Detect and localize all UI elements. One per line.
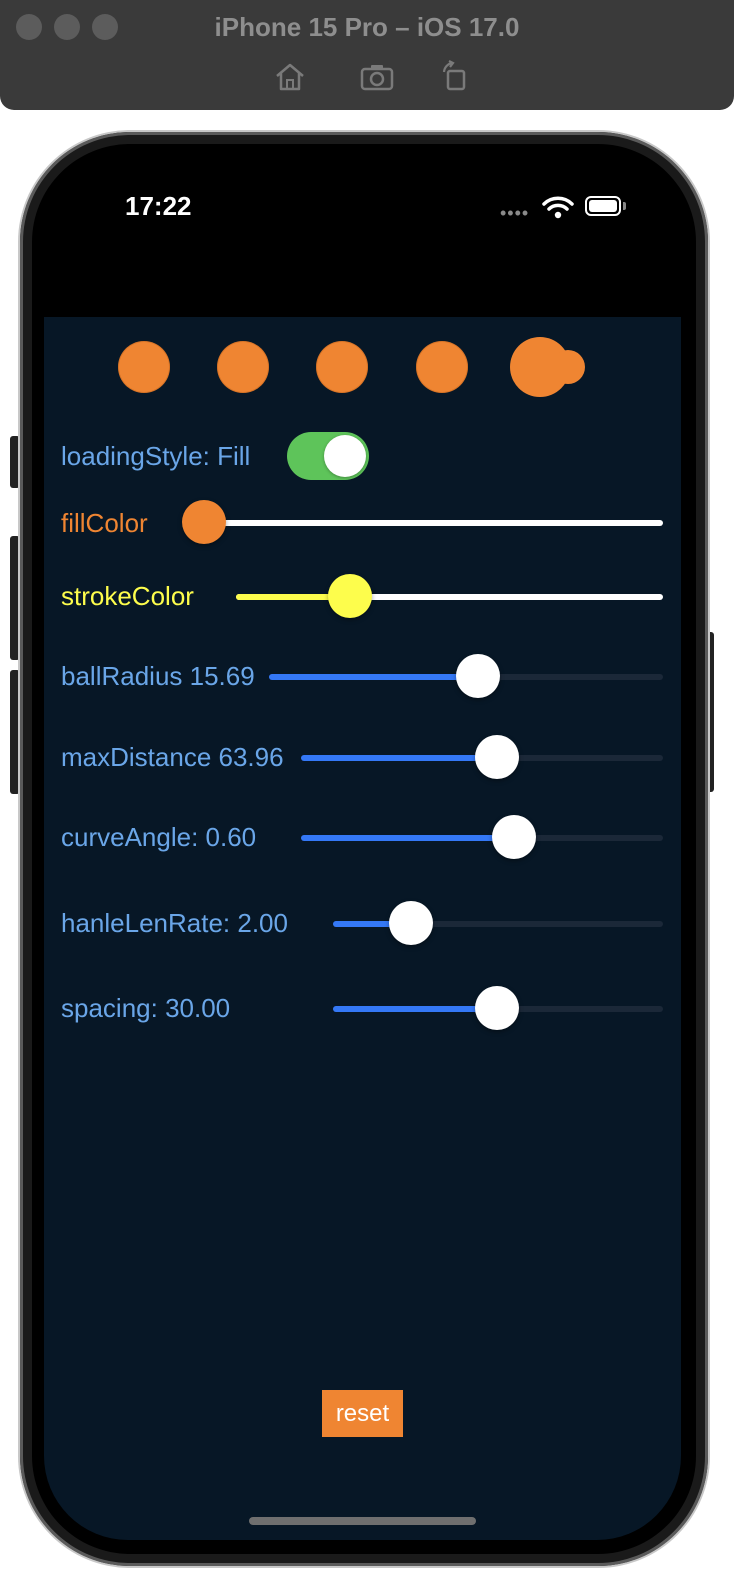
loading-style-switch[interactable] <box>287 432 369 480</box>
fill-color-slider-track[interactable] <box>205 520 663 526</box>
home-icon[interactable] <box>271 58 309 96</box>
wifi-icon <box>542 195 574 219</box>
loading-ball <box>316 341 368 393</box>
max-distance-slider-thumb[interactable] <box>475 735 519 779</box>
handle-len-rate-slider-thumb[interactable] <box>389 901 433 945</box>
loading-ball-active <box>510 336 586 398</box>
battery-cap <box>623 202 626 210</box>
curve-angle-label: curveAngle: 0.60 <box>61 822 257 852</box>
simulator-title: iPhone 15 Pro – iOS 17.0 <box>214 12 520 42</box>
loading-ball <box>118 341 170 393</box>
curve-angle-slider-thumb[interactable] <box>492 815 536 859</box>
stroke-color-slider-thumb[interactable] <box>328 574 372 618</box>
stroke-color-label: strokeColor <box>61 581 194 611</box>
spacing-slider-thumb[interactable] <box>475 986 519 1030</box>
max-distance-slider-fill <box>301 755 497 761</box>
home-indicator[interactable] <box>249 1517 476 1525</box>
ball-radius-label: ballRadius 15.69 <box>61 661 255 691</box>
volume-up-button <box>10 536 20 660</box>
ball-radius-slider-thumb[interactable] <box>456 654 500 698</box>
spacing-label: spacing: 30.00 <box>61 993 231 1023</box>
loading-ball <box>416 341 468 393</box>
rotate-icon[interactable] <box>436 58 474 96</box>
screenshot-icon[interactable] <box>358 58 396 96</box>
curve-angle-slider-fill <box>301 835 514 841</box>
simulator-title-bar: iPhone 15 Pro – iOS 17.0 <box>0 0 734 110</box>
max-distance-label: maxDistance 63.96 <box>61 742 284 772</box>
cellular-signal-icon: •••• <box>500 203 530 223</box>
fill-color-label: fillColor <box>61 508 148 538</box>
handle-len-rate-label: hanleLenRate: 2.00 <box>61 908 288 938</box>
fill-color-slider-thumb[interactable] <box>182 500 226 544</box>
status-time: 17:22 <box>125 191 192 221</box>
battery-icon <box>585 196 621 216</box>
reset-button[interactable]: reset <box>322 1390 403 1437</box>
loading-ball <box>217 341 269 393</box>
spacing-slider-fill <box>333 1006 497 1012</box>
loading-style-label: loadingStyle: Fill <box>61 441 251 471</box>
switch-knob <box>324 435 366 477</box>
action-button <box>10 436 20 488</box>
volume-down-button <box>10 670 20 794</box>
ball-radius-slider-fill <box>269 674 478 680</box>
